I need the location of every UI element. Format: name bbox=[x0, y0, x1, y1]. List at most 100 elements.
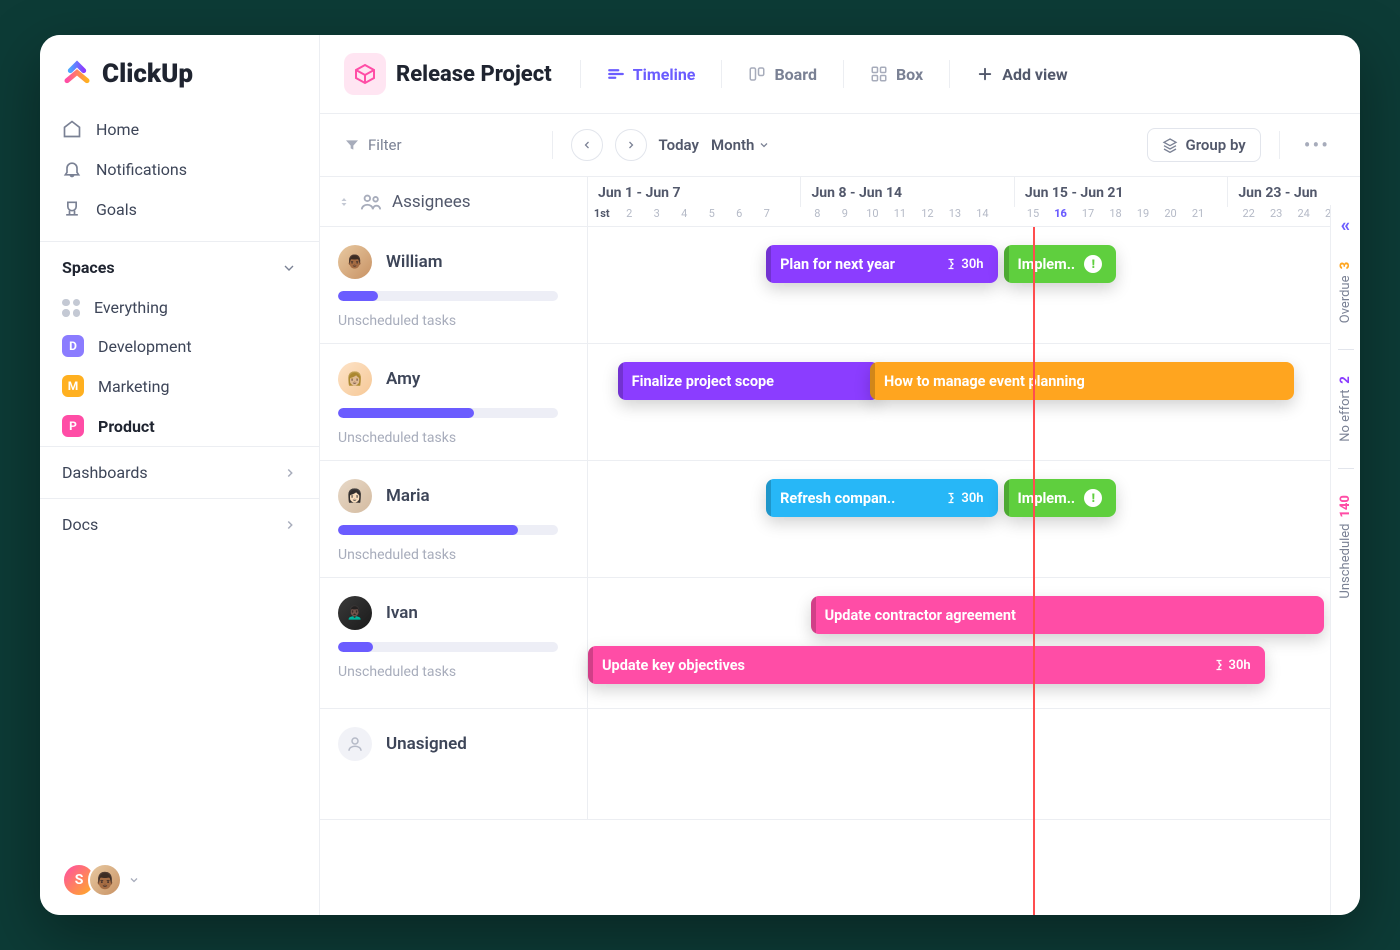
tasks-cell[interactable]: Refresh compan..30hImplem..! bbox=[588, 461, 1360, 577]
nav-goals[interactable]: Goals bbox=[40, 189, 319, 229]
timeline-row: 👨🏾William Unscheduled tasks Plan for next … bbox=[320, 227, 1360, 344]
day-number: 12 bbox=[914, 207, 942, 220]
nav-home[interactable]: Home bbox=[40, 109, 319, 149]
today-button[interactable]: Today bbox=[659, 136, 699, 154]
tasks-cell[interactable] bbox=[588, 709, 1360, 819]
nav-notifications[interactable]: Notifications bbox=[40, 149, 319, 189]
person-header[interactable]: 👩🏻Maria bbox=[338, 479, 569, 513]
groupby-label: Group by bbox=[1186, 136, 1246, 154]
home-icon bbox=[62, 119, 82, 139]
rail-collapse-button[interactable]: « bbox=[1341, 215, 1350, 236]
task-bar[interactable]: Update key objectives30h bbox=[588, 646, 1265, 684]
tasks-cell[interactable]: Update contractor agreement Update key ob… bbox=[588, 578, 1360, 708]
groupby-button[interactable]: Group by bbox=[1147, 128, 1261, 162]
day-number: 23 bbox=[1262, 207, 1290, 220]
spaces-header[interactable]: Spaces bbox=[40, 241, 319, 289]
progress-bar bbox=[338, 291, 558, 301]
space-badge: M bbox=[62, 375, 84, 397]
view-box[interactable]: Box bbox=[860, 59, 933, 90]
task-label: Implem.. bbox=[1018, 256, 1076, 273]
view-timeline[interactable]: Timeline bbox=[597, 59, 706, 90]
sidebar-footer: S 👨🏾 bbox=[40, 845, 319, 915]
rail-overdue[interactable]: Overdue 3 bbox=[1338, 254, 1353, 331]
tasks-cell[interactable]: Finalize project scopeHow to manage even… bbox=[588, 344, 1360, 460]
task-bar[interactable]: Finalize project scope bbox=[618, 362, 879, 400]
day-number: 2 bbox=[616, 207, 644, 220]
space-label: Development bbox=[98, 337, 192, 356]
layers-icon bbox=[1162, 137, 1178, 153]
day-cell: 1st234567 bbox=[588, 207, 804, 226]
nav-docs[interactable]: Docs bbox=[40, 498, 319, 550]
weeks-header: Jun 1 - Jun 7 Jun 8 - Jun 14 Jun 15 - Ju… bbox=[588, 177, 1360, 226]
more-button[interactable]: ••• bbox=[1298, 133, 1336, 157]
person-name: William bbox=[386, 252, 443, 272]
person-header[interactable]: 👨🏿‍🦱Ivan bbox=[338, 596, 569, 630]
day-number: 22 bbox=[1235, 207, 1263, 220]
brand-logo[interactable]: ClickUp bbox=[40, 35, 319, 109]
add-view-button[interactable]: Add view bbox=[966, 59, 1077, 90]
right-rail: « Overdue 3 No effort 2 Unscheduled 140 bbox=[1330, 205, 1360, 915]
nav-dashboards[interactable]: Dashboards bbox=[40, 446, 319, 498]
progress-fill bbox=[338, 642, 373, 652]
week-label: Jun 1 - Jun 7 bbox=[588, 177, 801, 207]
next-button[interactable] bbox=[615, 129, 647, 161]
nav-notifications-label: Notifications bbox=[96, 160, 187, 179]
space-marketing[interactable]: M Marketing bbox=[40, 366, 319, 406]
day-number: 8 bbox=[804, 207, 832, 220]
caret-down-icon[interactable] bbox=[128, 874, 140, 886]
task-bar[interactable]: Plan for next year30h bbox=[766, 245, 997, 283]
task-bar[interactable]: Implem..! bbox=[1004, 479, 1117, 517]
progress-bar bbox=[338, 642, 558, 652]
assignee-column-header[interactable]: Assignees bbox=[320, 177, 588, 226]
brand-name: ClickUp bbox=[102, 59, 193, 89]
unscheduled-link[interactable]: Unscheduled tasks bbox=[338, 313, 569, 329]
divider bbox=[1338, 349, 1354, 350]
day-number: 19 bbox=[1129, 207, 1157, 220]
task-bar[interactable]: Refresh compan..30h bbox=[766, 479, 997, 517]
day-number: 4 bbox=[671, 207, 699, 220]
task-bar[interactable]: Update contractor agreement bbox=[811, 596, 1324, 634]
day-cell: 15161718192021 bbox=[1019, 207, 1235, 226]
progress-fill bbox=[338, 525, 518, 535]
view-board[interactable]: Board bbox=[738, 59, 827, 90]
prev-button[interactable] bbox=[571, 129, 603, 161]
person-header[interactable]: 👩🏼Amy bbox=[338, 362, 569, 396]
view-timeline-label: Timeline bbox=[633, 65, 696, 84]
space-product[interactable]: P Product bbox=[40, 406, 319, 446]
user-avatar-stack[interactable]: S 👨🏾 bbox=[62, 863, 122, 897]
timeline-toolbar: Filter Today Month Group by ••• bbox=[320, 114, 1360, 177]
day-number: 7 bbox=[753, 207, 781, 220]
space-everything[interactable]: Everything bbox=[40, 289, 319, 326]
bell-icon bbox=[62, 159, 82, 179]
rail-unscheduled[interactable]: Unscheduled 140 bbox=[1338, 487, 1353, 607]
task-bar[interactable]: Implem..! bbox=[1004, 245, 1117, 283]
person-header[interactable]: Unasigned bbox=[338, 727, 569, 761]
rail-overdue-label: Overdue bbox=[1338, 276, 1353, 324]
unscheduled-link[interactable]: Unscheduled tasks bbox=[338, 547, 569, 563]
unscheduled-link[interactable]: Unscheduled tasks bbox=[338, 430, 569, 446]
divider bbox=[949, 60, 950, 88]
main-panel: Release Project Timeline Board Box Add v… bbox=[320, 35, 1360, 915]
task-bar[interactable]: How to manage event planning bbox=[870, 362, 1294, 400]
chevron-down-icon bbox=[281, 260, 297, 276]
space-label: Product bbox=[98, 417, 155, 436]
box-grid-icon bbox=[870, 65, 888, 83]
person-name: Ivan bbox=[386, 603, 418, 623]
tasks-cell[interactable]: Plan for next year30hImplem..! bbox=[588, 227, 1360, 343]
today-indicator bbox=[1033, 227, 1035, 915]
scale-select[interactable]: Month bbox=[711, 136, 770, 154]
project-header: Release Project Timeline Board Box Add v… bbox=[320, 35, 1360, 114]
task-estimate: 30h bbox=[1213, 658, 1251, 673]
chevron-down-icon bbox=[758, 139, 770, 151]
day-number: 9 bbox=[831, 207, 859, 220]
nav-goals-label: Goals bbox=[96, 200, 137, 219]
filter-button[interactable]: Filter bbox=[344, 136, 402, 154]
day-number: 6 bbox=[726, 207, 754, 220]
task-label: Update contractor agreement bbox=[825, 607, 1016, 624]
chevron-right-icon bbox=[283, 466, 297, 480]
rail-noeffort[interactable]: No effort 2 bbox=[1338, 368, 1353, 450]
timeline-icon bbox=[607, 65, 625, 83]
person-header[interactable]: 👨🏾William bbox=[338, 245, 569, 279]
space-development[interactable]: D Development bbox=[40, 326, 319, 366]
unscheduled-link[interactable]: Unscheduled tasks bbox=[338, 664, 569, 680]
